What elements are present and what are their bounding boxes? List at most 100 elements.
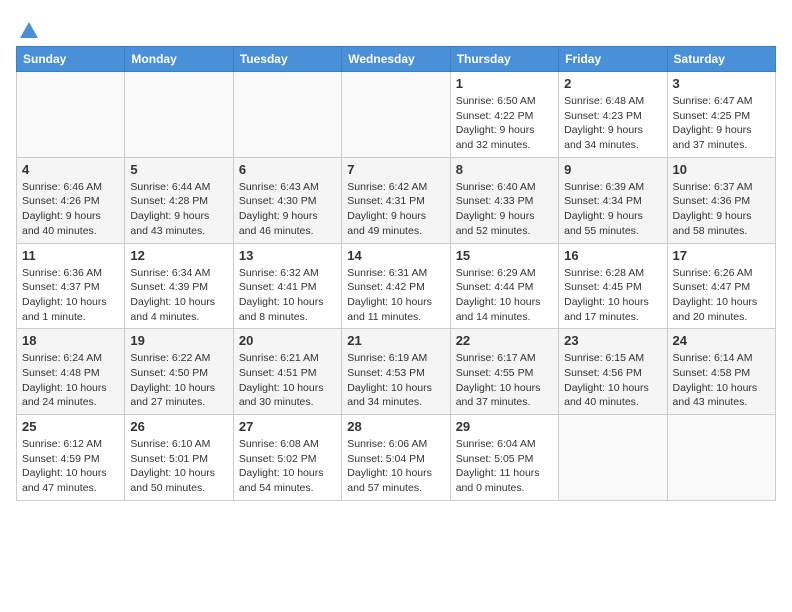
day-number: 29 (456, 419, 553, 434)
day-info: Sunrise: 6:21 AM Sunset: 4:51 PM Dayligh… (239, 351, 336, 410)
calendar-cell: 20 Sunrise: 6:21 AM Sunset: 4:51 PM Dayli… (233, 329, 341, 415)
day-info: Sunrise: 6:32 AM Sunset: 4:41 PM Dayligh… (239, 266, 336, 325)
day-number: 24 (673, 333, 770, 348)
day-info: Sunrise: 6:08 AM Sunset: 5:02 PM Dayligh… (239, 437, 336, 496)
col-header-wednesday: Wednesday (342, 47, 450, 72)
day-info: Sunrise: 6:46 AM Sunset: 4:26 PM Dayligh… (22, 180, 119, 239)
day-info: Sunrise: 6:43 AM Sunset: 4:30 PM Dayligh… (239, 180, 336, 239)
day-info: Sunrise: 6:29 AM Sunset: 4:44 PM Dayligh… (456, 266, 553, 325)
day-info: Sunrise: 6:31 AM Sunset: 4:42 PM Dayligh… (347, 266, 444, 325)
calendar-cell: 10 Sunrise: 6:37 AM Sunset: 4:36 PM Dayli… (667, 157, 775, 243)
calendar-cell: 29 Sunrise: 6:04 AM Sunset: 5:05 PM Dayli… (450, 415, 558, 501)
day-number: 27 (239, 419, 336, 434)
calendar-cell (667, 415, 775, 501)
day-number: 9 (564, 162, 661, 177)
calendar-week-row: 18 Sunrise: 6:24 AM Sunset: 4:48 PM Dayli… (17, 329, 776, 415)
day-info: Sunrise: 6:37 AM Sunset: 4:36 PM Dayligh… (673, 180, 770, 239)
day-info: Sunrise: 6:17 AM Sunset: 4:55 PM Dayligh… (456, 351, 553, 410)
day-number: 4 (22, 162, 119, 177)
day-info: Sunrise: 6:39 AM Sunset: 4:34 PM Dayligh… (564, 180, 661, 239)
day-number: 10 (673, 162, 770, 177)
day-number: 22 (456, 333, 553, 348)
day-info: Sunrise: 6:48 AM Sunset: 4:23 PM Dayligh… (564, 94, 661, 153)
col-header-monday: Monday (125, 47, 233, 72)
calendar-week-row: 11 Sunrise: 6:36 AM Sunset: 4:37 PM Dayli… (17, 243, 776, 329)
calendar-table: SundayMondayTuesdayWednesdayThursdayFrid… (16, 46, 776, 501)
calendar-cell: 12Sunrise: 6:34 AM Sunset: 4:39 PM Dayli… (125, 243, 233, 329)
calendar-cell: 5 Sunrise: 6:44 AM Sunset: 4:28 PM Daylig… (125, 157, 233, 243)
day-info: Sunrise: 6:14 AM Sunset: 4:58 PM Dayligh… (673, 351, 770, 410)
day-info: Sunrise: 6:10 AM Sunset: 5:01 PM Dayligh… (130, 437, 227, 496)
calendar-cell: 13 Sunrise: 6:32 AM Sunset: 4:41 PM Dayli… (233, 243, 341, 329)
day-info: Sunrise: 6:24 AM Sunset: 4:48 PM Dayligh… (22, 351, 119, 410)
day-number: 20 (239, 333, 336, 348)
day-number: 7 (347, 162, 444, 177)
day-number: 13 (239, 248, 336, 263)
calendar-cell: 3 Sunrise: 6:47 AM Sunset: 4:25 PM Daylig… (667, 72, 775, 158)
logo-icon (18, 18, 40, 40)
calendar-cell: 14Sunrise: 6:31 AM Sunset: 4:42 PM Dayli… (342, 243, 450, 329)
calendar-cell: 18 Sunrise: 6:24 AM Sunset: 4:48 PM Dayli… (17, 329, 125, 415)
day-number: 15 (456, 248, 553, 263)
calendar-cell: 25 Sunrise: 6:12 AM Sunset: 4:59 PM Dayli… (17, 415, 125, 501)
day-info: Sunrise: 6:04 AM Sunset: 5:05 PM Dayligh… (456, 437, 553, 496)
calendar-week-row: 1Sunrise: 6:50 AM Sunset: 4:22 PM Daylig… (17, 72, 776, 158)
calendar-cell: 7 Sunrise: 6:42 AM Sunset: 4:31 PM Daylig… (342, 157, 450, 243)
col-header-saturday: Saturday (667, 47, 775, 72)
day-number: 11 (22, 248, 119, 263)
day-info: Sunrise: 6:36 AM Sunset: 4:37 PM Dayligh… (22, 266, 119, 325)
day-info: Sunrise: 6:28 AM Sunset: 4:45 PM Dayligh… (564, 266, 661, 325)
day-info: Sunrise: 6:06 AM Sunset: 5:04 PM Dayligh… (347, 437, 444, 496)
day-number: 8 (456, 162, 553, 177)
logo (16, 16, 40, 36)
calendar-cell: 22 Sunrise: 6:17 AM Sunset: 4:55 PM Dayli… (450, 329, 558, 415)
calendar-cell: 17Sunrise: 6:26 AM Sunset: 4:47 PM Dayli… (667, 243, 775, 329)
day-info: Sunrise: 6:12 AM Sunset: 4:59 PM Dayligh… (22, 437, 119, 496)
page-header (16, 16, 776, 36)
day-info: Sunrise: 6:44 AM Sunset: 4:28 PM Dayligh… (130, 180, 227, 239)
calendar-cell: 2 Sunrise: 6:48 AM Sunset: 4:23 PM Daylig… (559, 72, 667, 158)
calendar-cell: 6 Sunrise: 6:43 AM Sunset: 4:30 PM Daylig… (233, 157, 341, 243)
day-info: Sunrise: 6:19 AM Sunset: 4:53 PM Dayligh… (347, 351, 444, 410)
day-number: 25 (22, 419, 119, 434)
day-number: 23 (564, 333, 661, 348)
day-number: 3 (673, 76, 770, 91)
calendar-cell: 11 Sunrise: 6:36 AM Sunset: 4:37 PM Dayli… (17, 243, 125, 329)
day-info: Sunrise: 6:47 AM Sunset: 4:25 PM Dayligh… (673, 94, 770, 153)
day-number: 5 (130, 162, 227, 177)
day-info: Sunrise: 6:15 AM Sunset: 4:56 PM Dayligh… (564, 351, 661, 410)
calendar-cell (559, 415, 667, 501)
day-info: Sunrise: 6:34 AM Sunset: 4:39 PM Dayligh… (130, 266, 227, 325)
calendar-week-row: 25 Sunrise: 6:12 AM Sunset: 4:59 PM Dayli… (17, 415, 776, 501)
calendar-header-row: SundayMondayTuesdayWednesdayThursdayFrid… (17, 47, 776, 72)
calendar-cell (17, 72, 125, 158)
calendar-cell: 9 Sunrise: 6:39 AM Sunset: 4:34 PM Daylig… (559, 157, 667, 243)
col-header-sunday: Sunday (17, 47, 125, 72)
day-number: 21 (347, 333, 444, 348)
day-number: 6 (239, 162, 336, 177)
day-number: 28 (347, 419, 444, 434)
col-header-friday: Friday (559, 47, 667, 72)
calendar-week-row: 4 Sunrise: 6:46 AM Sunset: 4:26 PM Daylig… (17, 157, 776, 243)
calendar-cell: 16 Sunrise: 6:28 AM Sunset: 4:45 PM Dayli… (559, 243, 667, 329)
calendar-cell: 27 Sunrise: 6:08 AM Sunset: 5:02 PM Dayli… (233, 415, 341, 501)
calendar-cell (125, 72, 233, 158)
day-number: 18 (22, 333, 119, 348)
day-number: 2 (564, 76, 661, 91)
calendar-cell: 1Sunrise: 6:50 AM Sunset: 4:22 PM Daylig… (450, 72, 558, 158)
day-number: 17 (673, 248, 770, 263)
calendar-cell: 26 Sunrise: 6:10 AM Sunset: 5:01 PM Dayli… (125, 415, 233, 501)
day-info: Sunrise: 6:42 AM Sunset: 4:31 PM Dayligh… (347, 180, 444, 239)
calendar-cell: 21 Sunrise: 6:19 AM Sunset: 4:53 PM Dayli… (342, 329, 450, 415)
calendar-cell: 8Sunrise: 6:40 AM Sunset: 4:33 PM Daylig… (450, 157, 558, 243)
calendar-cell: 4 Sunrise: 6:46 AM Sunset: 4:26 PM Daylig… (17, 157, 125, 243)
day-number: 16 (564, 248, 661, 263)
col-header-tuesday: Tuesday (233, 47, 341, 72)
calendar-cell: 15 Sunrise: 6:29 AM Sunset: 4:44 PM Dayli… (450, 243, 558, 329)
calendar-cell (342, 72, 450, 158)
calendar-cell (233, 72, 341, 158)
day-number: 26 (130, 419, 227, 434)
calendar-cell: 23 Sunrise: 6:15 AM Sunset: 4:56 PM Dayli… (559, 329, 667, 415)
day-number: 1 (456, 76, 553, 91)
day-number: 19 (130, 333, 227, 348)
